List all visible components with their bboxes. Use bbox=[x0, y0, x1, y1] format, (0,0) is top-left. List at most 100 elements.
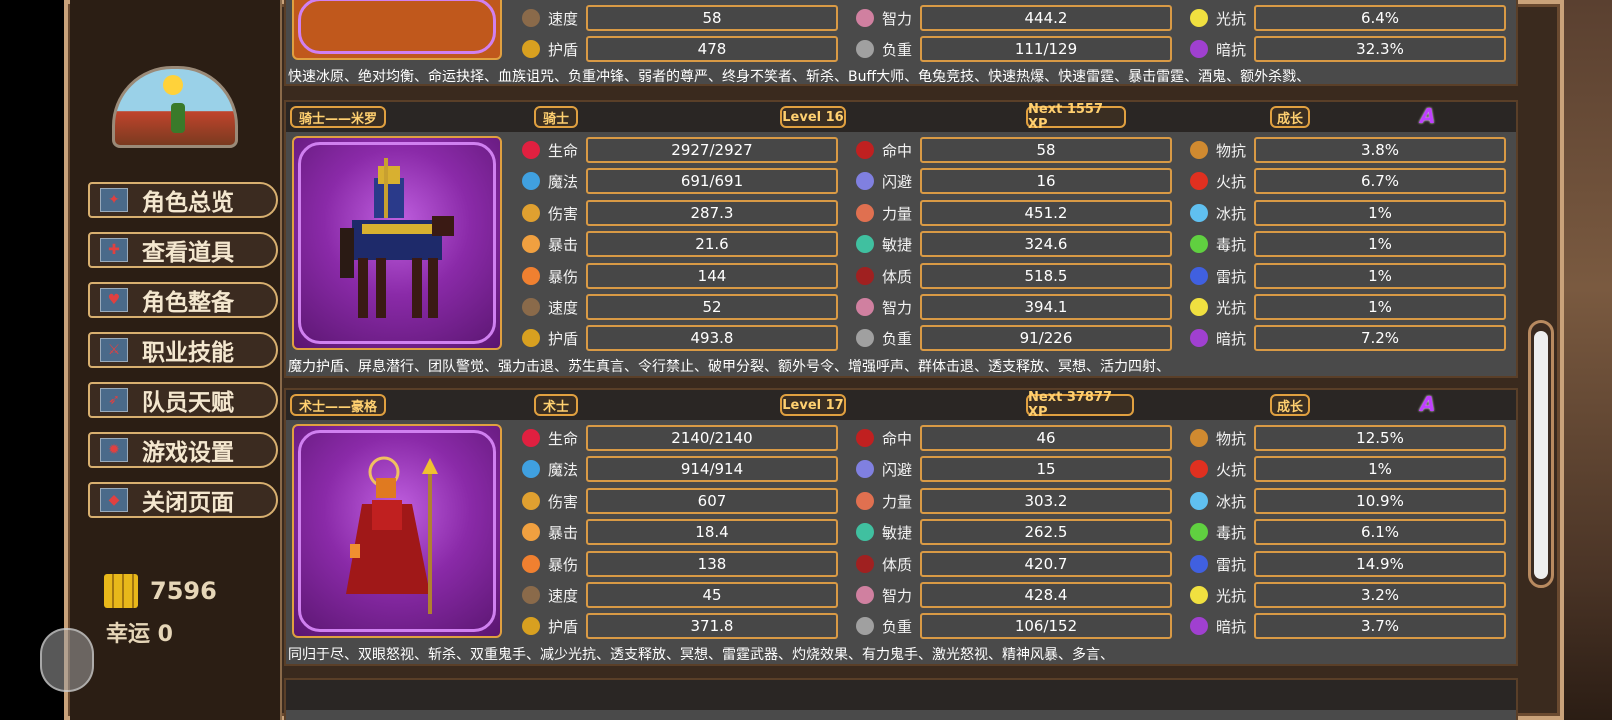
menu-label: 职业技能 bbox=[142, 340, 234, 366]
stat-dark-resist: 暗抗 3.7% bbox=[1184, 612, 1506, 640]
stat-intelligence: 智力 428.4 bbox=[850, 581, 1172, 609]
light-icon bbox=[1190, 298, 1208, 316]
shield-icon bbox=[522, 617, 540, 635]
stat-intelligence: 智力 444.2 bbox=[850, 4, 1172, 32]
equip-icon: ♥ bbox=[100, 288, 128, 312]
speed-icon bbox=[522, 586, 540, 604]
stat-mp: 魔法 914/914 bbox=[516, 455, 838, 483]
menu-game-settings[interactable]: ✹ 游戏设置 bbox=[88, 432, 278, 468]
talent-icon: ➶ bbox=[100, 388, 128, 412]
hero-figure-icon bbox=[171, 103, 185, 133]
stat-hit: 命中 46 bbox=[850, 424, 1172, 452]
character-class: 术士 bbox=[534, 394, 578, 416]
game-logo bbox=[112, 66, 238, 148]
scrollbar-thumb[interactable] bbox=[1534, 331, 1548, 579]
knight-sprite bbox=[340, 158, 454, 318]
card-header: 骑士——米罗 骑士 Level 16 Next 1557 XP 成长 A bbox=[286, 102, 1516, 132]
arrow-icon bbox=[856, 235, 874, 253]
body-icon bbox=[856, 555, 874, 573]
stat-poison-resist: 毒抗 1% bbox=[1184, 230, 1506, 258]
crit-damage-icon bbox=[522, 555, 540, 573]
stat-hit: 命中 58 bbox=[850, 136, 1172, 164]
growth-button[interactable]: 成长 bbox=[1270, 106, 1310, 128]
menu-close-page[interactable]: ◆ 关闭页面 bbox=[88, 482, 278, 518]
stat-ice-resist: 冰抗 1% bbox=[1184, 199, 1506, 227]
dark-icon bbox=[1190, 617, 1208, 635]
menu-label: 队员天赋 bbox=[142, 390, 234, 416]
weight-icon bbox=[856, 329, 874, 347]
hp-icon bbox=[522, 141, 540, 159]
stat-constitution: 体质 518.5 bbox=[850, 262, 1172, 290]
stat-load: 负重 91/226 bbox=[850, 324, 1172, 352]
menu-member-talent[interactable]: ➶ 队员天赋 bbox=[88, 382, 278, 418]
thunder-icon bbox=[1190, 267, 1208, 285]
crit-damage-icon bbox=[522, 267, 540, 285]
stat-ice-resist: 冰抗 10.9% bbox=[1184, 487, 1506, 515]
stat-dark-resist: 暗抗 32.3% bbox=[1184, 35, 1506, 63]
stat-shield: 护盾 478 bbox=[516, 35, 838, 63]
menu-class-skills[interactable]: ⚔ 职业技能 bbox=[88, 332, 278, 368]
ice-icon bbox=[1190, 492, 1208, 510]
menu-label: 查看道具 bbox=[142, 240, 234, 266]
speed-icon bbox=[522, 298, 540, 316]
stat-shield: 护盾 493.8 bbox=[516, 324, 838, 352]
stat-light-resist: 光抗 3.2% bbox=[1184, 581, 1506, 609]
speed-icon bbox=[522, 9, 540, 27]
character-portrait bbox=[292, 424, 502, 638]
shield-icon bbox=[522, 40, 540, 58]
mp-icon bbox=[522, 460, 540, 478]
stat-physical-resist: 物抗 12.5% bbox=[1184, 424, 1506, 452]
crit-icon bbox=[522, 523, 540, 541]
menu-label: 角色整备 bbox=[142, 290, 234, 316]
menu-label: 关闭页面 bbox=[142, 490, 234, 516]
character-card[interactable]: 骑士——米罗 骑士 Level 16 Next 1557 XP 成长 A 生命 … bbox=[284, 100, 1518, 378]
weight-icon bbox=[856, 617, 874, 635]
character-card[interactable]: 术士——豪格 术士 Level 17 Next 37877 XP 成长 A 生命… bbox=[284, 388, 1518, 666]
mp-icon bbox=[522, 172, 540, 190]
growth-grade: A bbox=[1420, 392, 1436, 416]
stat-thunder-resist: 雷抗 1% bbox=[1184, 262, 1506, 290]
menu-character-equip[interactable]: ♥ 角色整备 bbox=[88, 282, 278, 318]
stat-damage: 伤害 607 bbox=[516, 487, 838, 515]
stat-crit: 暴击 21.6 bbox=[516, 230, 838, 258]
poison-icon bbox=[1190, 235, 1208, 253]
dark-icon bbox=[1190, 329, 1208, 347]
character-name: 术士——豪格 bbox=[290, 394, 386, 416]
menu-character-overview[interactable]: ✦ 角色总览 bbox=[88, 182, 278, 218]
stat-hp: 生命 2140/2140 bbox=[516, 424, 838, 452]
settings-icon: ✹ bbox=[100, 438, 128, 462]
growth-button[interactable]: 成长 bbox=[1270, 394, 1310, 416]
sidebar: ✦ 角色总览 ✚ 查看道具 ♥ 角色整备 ⚔ 职业技能 ➶ 队员天赋 ✹ 游戏设… bbox=[70, 0, 282, 720]
damage-icon bbox=[522, 492, 540, 510]
items-icon: ✚ bbox=[100, 238, 128, 262]
character-list: 速度 58 护盾 478 智力 444.2 负重 111/129 光抗 6.4%… bbox=[284, 0, 1520, 720]
skill-list: 快速冰原、绝对均衡、命运抉择、血族诅咒、负重冲锋、弱者的尊严、终身不笑者、斩杀、… bbox=[288, 69, 1311, 85]
fist-icon bbox=[856, 492, 874, 510]
skills-icon: ⚔ bbox=[100, 338, 128, 362]
scrollbar[interactable] bbox=[1528, 320, 1554, 588]
skill-list: 魔力护盾、屏息潜行、团队警觉、强力击退、苏生真言、令行禁止、破甲分裂、额外号令、… bbox=[288, 359, 1170, 375]
stat-strength: 力量 451.2 bbox=[850, 199, 1172, 227]
stat-dark-resist: 暗抗 7.2% bbox=[1184, 324, 1506, 352]
character-class: 骑士 bbox=[534, 106, 578, 128]
body-icon bbox=[856, 267, 874, 285]
brain-icon bbox=[856, 9, 874, 27]
stat-shield: 护盾 371.8 bbox=[516, 612, 838, 640]
light-icon bbox=[1190, 586, 1208, 604]
fist-icon bbox=[856, 204, 874, 222]
gold-amount: 7596 bbox=[150, 577, 217, 605]
stat-physical-resist: 物抗 3.8% bbox=[1184, 136, 1506, 164]
physical-resist-icon bbox=[1190, 429, 1208, 447]
ice-icon bbox=[1190, 204, 1208, 222]
growth-grade: A bbox=[1420, 104, 1436, 128]
card-header bbox=[286, 680, 1516, 710]
target-icon bbox=[856, 141, 874, 159]
floating-assist-button[interactable] bbox=[40, 628, 94, 692]
character-name: 骑士——米罗 bbox=[290, 106, 386, 128]
stat-dodge: 闪避 15 bbox=[850, 455, 1172, 483]
stat-intelligence: 智力 394.1 bbox=[850, 293, 1172, 321]
dodge-icon bbox=[856, 460, 874, 478]
stat-crit: 暴击 18.4 bbox=[516, 518, 838, 546]
menu-view-items[interactable]: ✚ 查看道具 bbox=[88, 232, 278, 268]
hp-icon bbox=[522, 429, 540, 447]
